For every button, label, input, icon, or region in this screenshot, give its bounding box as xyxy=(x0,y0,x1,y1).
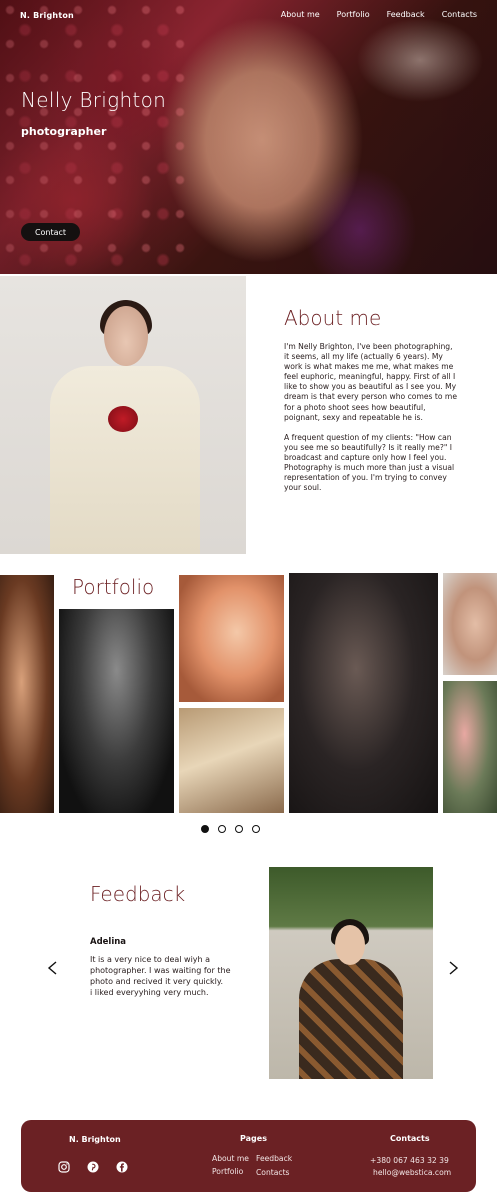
feedback-photo xyxy=(269,867,433,1079)
portfolio-photo[interactable] xyxy=(443,681,497,813)
feedback-text: It is a very nice to deal wiyh a photogr… xyxy=(90,955,231,997)
chevron-right-icon[interactable] xyxy=(448,960,460,981)
nav-about[interactable]: About me xyxy=(281,10,320,19)
portfolio-photo[interactable] xyxy=(59,609,174,813)
chevron-left-icon[interactable] xyxy=(46,960,58,981)
footer-link-portfolio[interactable]: Portfolio xyxy=(212,1167,243,1176)
hero-title: Nelly Brighton xyxy=(21,88,167,112)
footer-phone[interactable]: +380 067 463 32 39 xyxy=(370,1156,449,1165)
pagination-dot-2[interactable] xyxy=(218,825,226,833)
pagination-dot-4[interactable] xyxy=(252,825,260,833)
portfolio-title: Portfolio xyxy=(72,575,155,599)
contact-button[interactable]: Contact xyxy=(21,223,80,241)
footer-email[interactable]: hello@webstica.com xyxy=(373,1168,451,1177)
about-paragraph: I'm Nelly Brighton, I've been photograph… xyxy=(284,342,457,422)
portfolio-photo[interactable] xyxy=(443,573,497,675)
footer-link-contacts[interactable]: Contacts xyxy=(256,1168,290,1177)
about-photo xyxy=(0,276,246,554)
footer-contacts-title: Contacts xyxy=(390,1134,430,1143)
facebook-icon[interactable] xyxy=(115,1160,128,1173)
about-title: About me xyxy=(284,306,382,330)
hero-subtitle: photographer xyxy=(21,125,107,138)
pagination-dot-1[interactable] xyxy=(201,825,209,833)
nav-contacts[interactable]: Contacts xyxy=(442,10,477,19)
footer-pages-title: Pages xyxy=(240,1134,267,1143)
pinterest-icon[interactable] xyxy=(86,1160,99,1173)
about-text: I'm Nelly Brighton, I've been photograph… xyxy=(284,342,460,503)
pagination-dot-3[interactable] xyxy=(235,825,243,833)
logo[interactable]: N. Brighton xyxy=(20,11,74,20)
main-nav: About me Portfolio Feedback Contacts xyxy=(281,10,477,19)
nav-portfolio[interactable]: Portfolio xyxy=(337,10,370,19)
about-paragraph: A frequent question of my clients: "How … xyxy=(284,432,455,493)
nav-feedback[interactable]: Feedback xyxy=(387,10,425,19)
footer-link-about[interactable]: About me xyxy=(212,1154,249,1163)
portfolio-photo[interactable] xyxy=(179,575,284,702)
feedback-title: Feedback xyxy=(90,882,186,906)
footer-logo[interactable]: N. Brighton xyxy=(69,1135,121,1144)
portfolio-photo[interactable] xyxy=(0,575,54,813)
social-links xyxy=(57,1160,128,1173)
footer: N. Brighton Pages About me Feedback Port… xyxy=(21,1120,476,1192)
footer-link-feedback[interactable]: Feedback xyxy=(256,1154,292,1163)
portfolio-photo[interactable] xyxy=(179,708,284,813)
feedback-author: Adelina xyxy=(90,937,127,947)
instagram-icon[interactable] xyxy=(57,1160,70,1173)
carousel-pagination xyxy=(201,825,260,833)
portfolio-photo[interactable] xyxy=(289,573,438,813)
